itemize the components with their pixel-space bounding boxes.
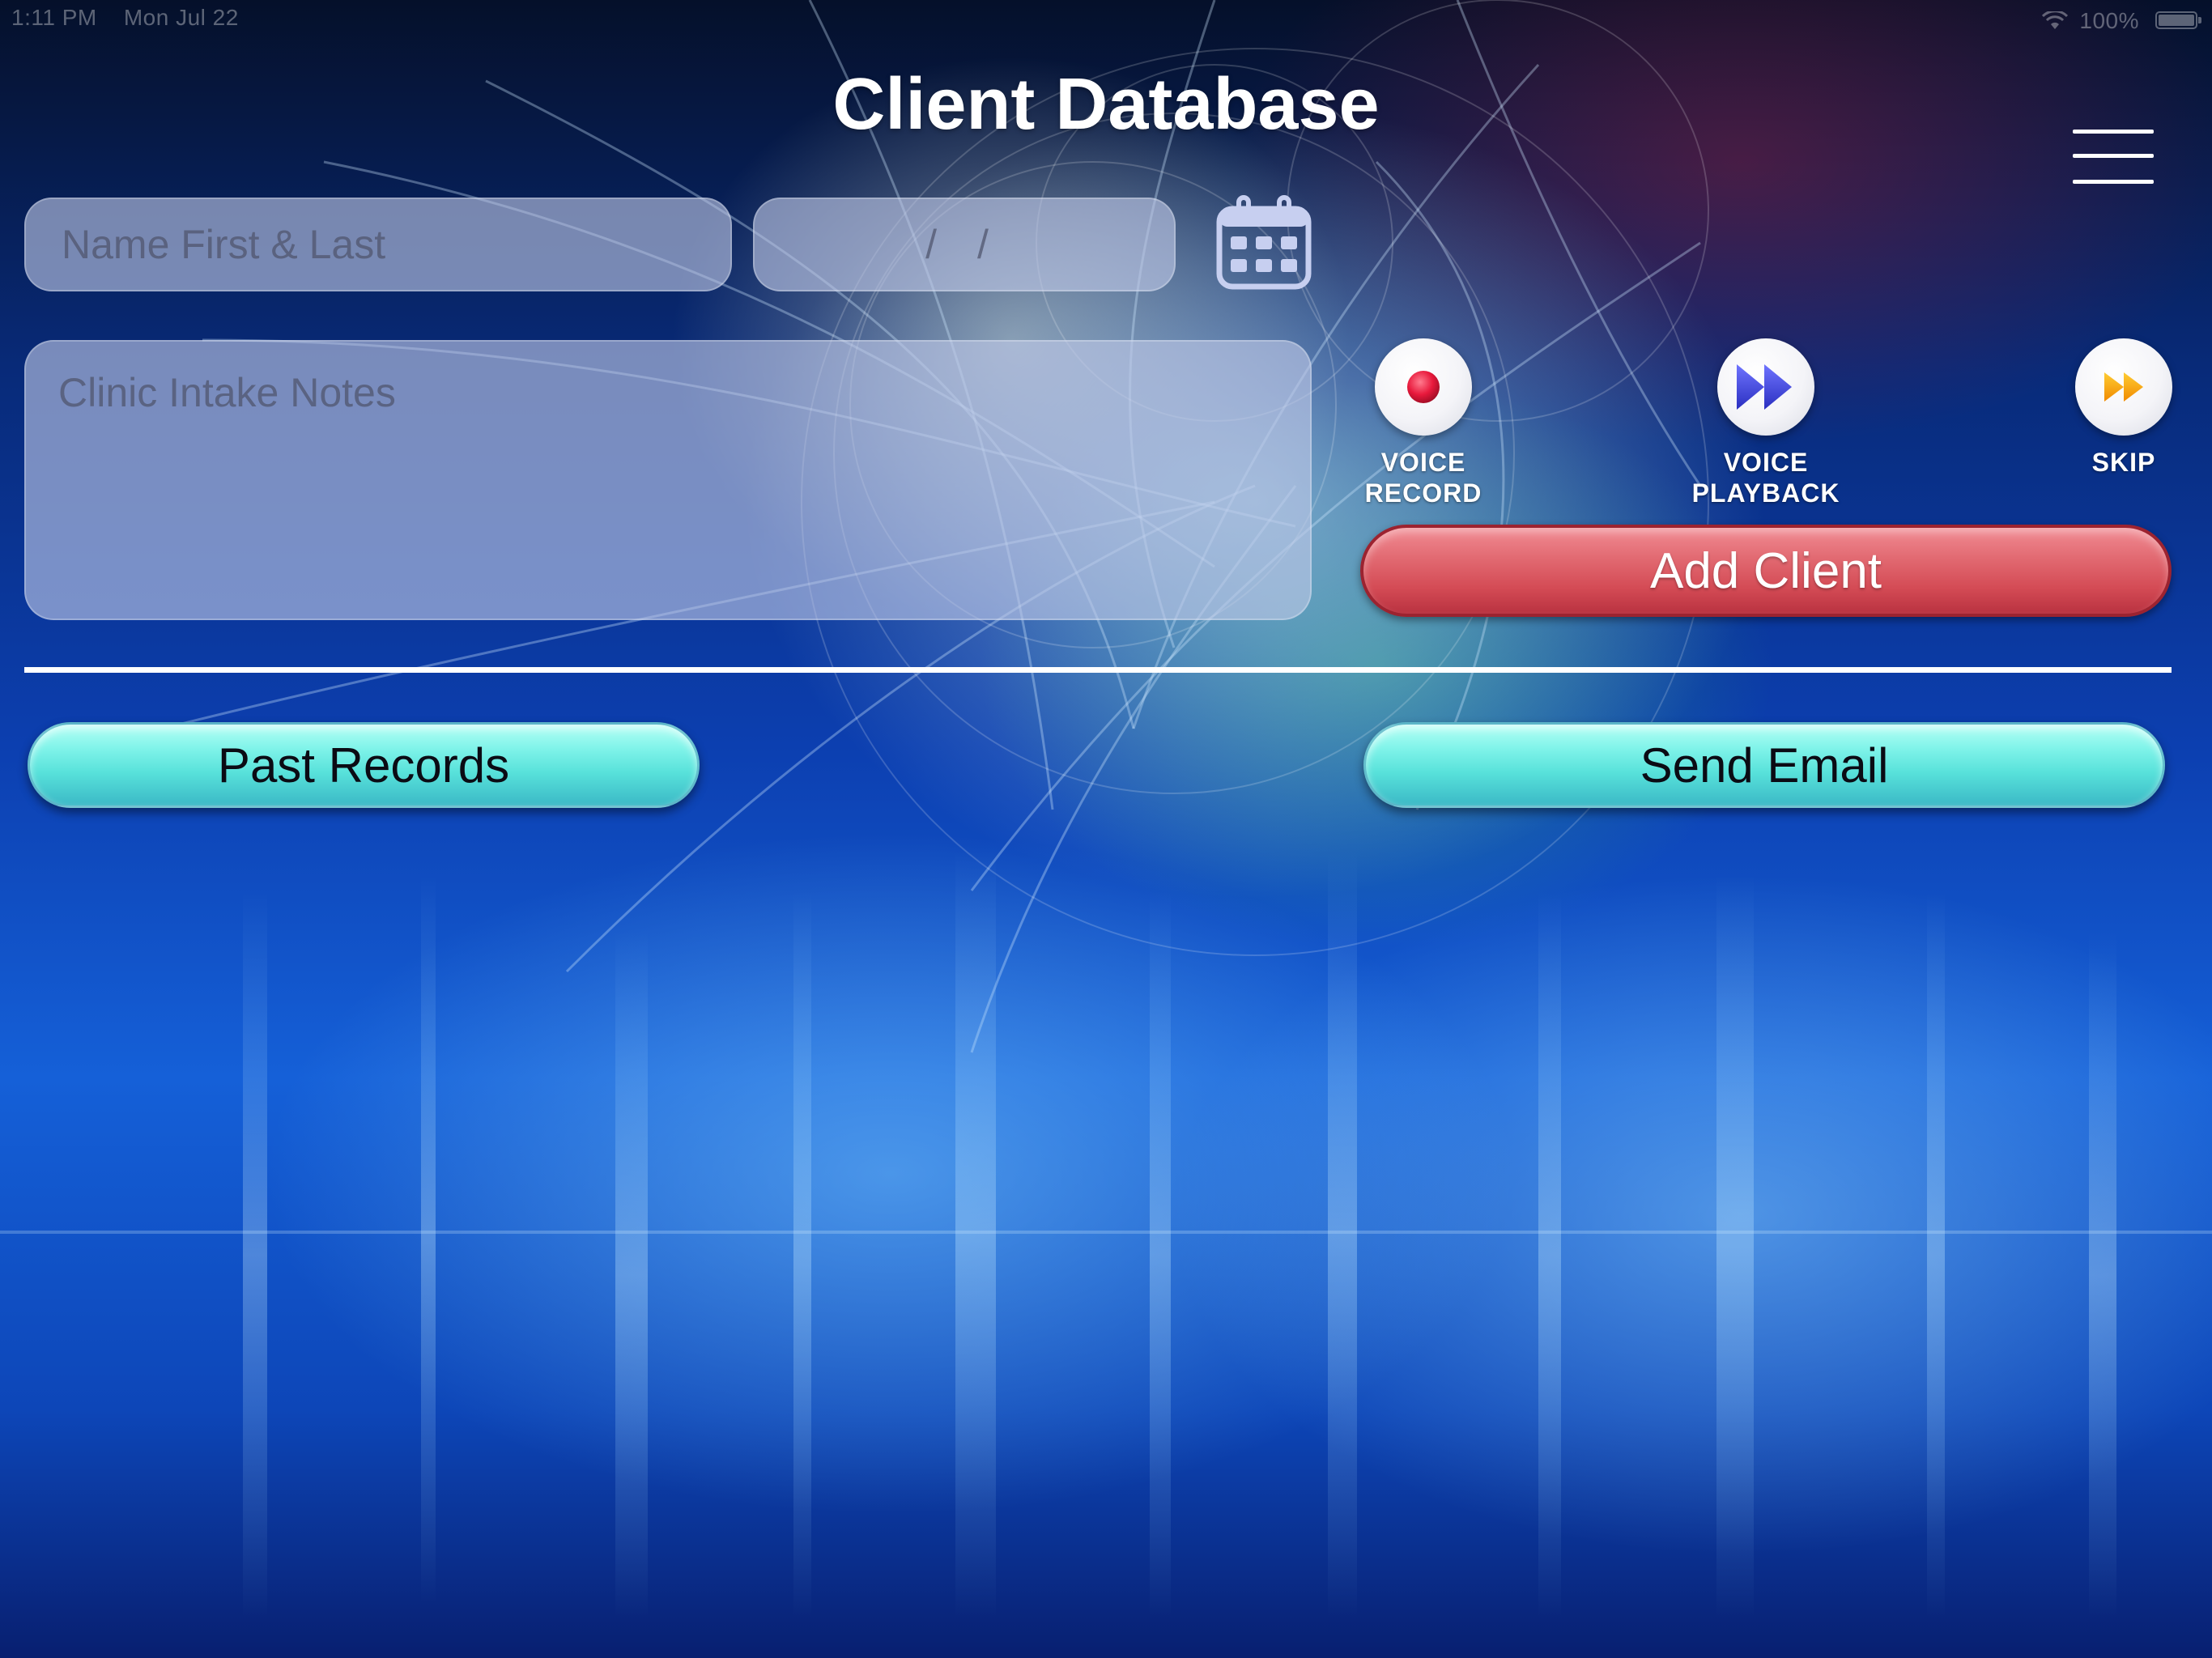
past-records-button[interactable]: Past Records xyxy=(28,722,700,808)
page-title: Client Database xyxy=(832,64,1380,145)
past-records-label: Past Records xyxy=(217,738,510,793)
status-bar-right: 100% xyxy=(2042,5,2139,37)
date-input[interactable] xyxy=(753,198,1176,291)
client-name-input[interactable] xyxy=(24,198,732,291)
battery-percent: 100% xyxy=(2079,8,2139,33)
status-date: Mon Jul 22 xyxy=(123,5,239,30)
status-bar-left: 1:11 PM Mon Jul 22 xyxy=(11,5,239,37)
add-client-label: Add Client xyxy=(1649,542,1882,599)
skip-button[interactable] xyxy=(2075,338,2172,436)
send-email-label: Send Email xyxy=(1640,738,1889,793)
hamburger-menu-icon[interactable] xyxy=(2073,126,2157,191)
status-time: 1:11 PM xyxy=(11,5,97,30)
voice-record-button[interactable] xyxy=(1375,338,1472,436)
battery-icon xyxy=(2155,11,2201,29)
voice-playback-label: VOICE PLAYBACK xyxy=(1691,448,1840,508)
record-icon xyxy=(1407,371,1440,403)
skip-label: SKIP xyxy=(2091,448,2156,477)
voice-record-label: VOICE RECORD xyxy=(1364,448,1482,508)
fast-forward-icon xyxy=(1737,364,1792,410)
voice-playback-button[interactable] xyxy=(1717,338,1814,436)
calendar-icon[interactable] xyxy=(1214,194,1313,291)
skip-icon xyxy=(2104,372,2143,402)
send-email-button[interactable]: Send Email xyxy=(1363,722,2165,808)
wifi-icon xyxy=(2042,11,2069,29)
clinic-intake-notes-input[interactable] xyxy=(24,340,1312,620)
add-client-button[interactable]: Add Client xyxy=(1360,525,2172,617)
section-divider xyxy=(24,667,2172,673)
